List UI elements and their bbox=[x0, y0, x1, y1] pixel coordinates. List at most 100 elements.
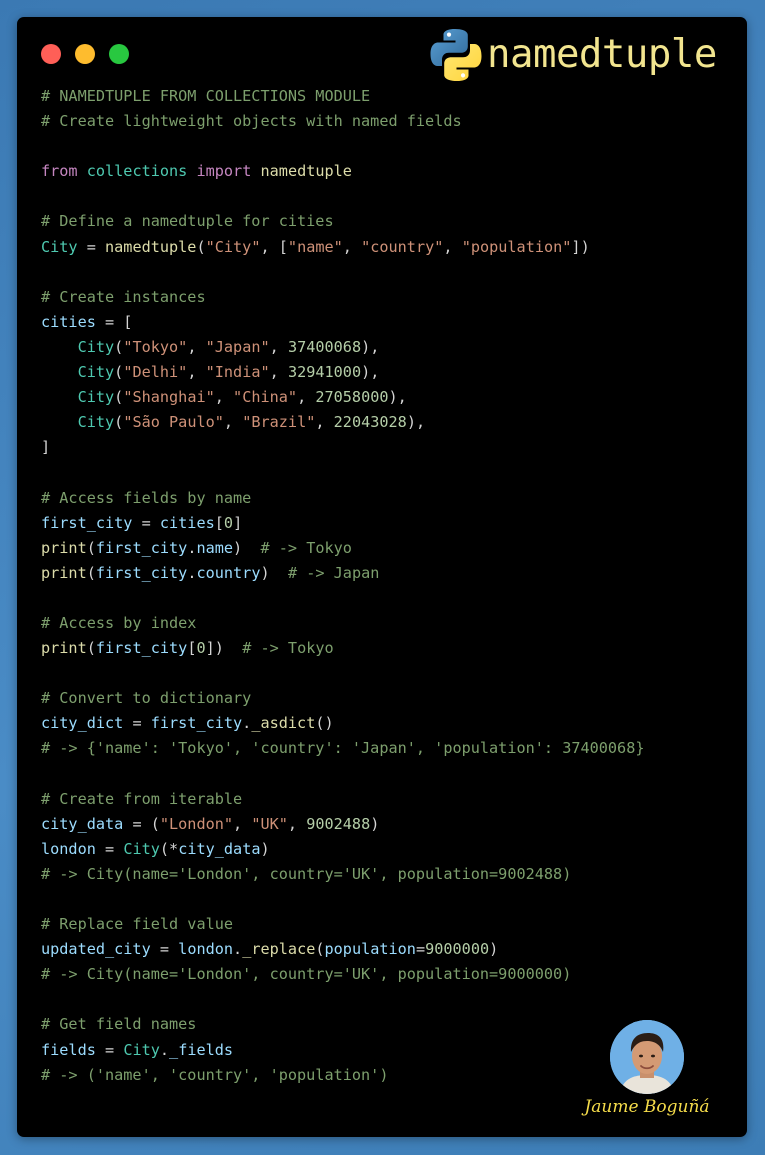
code-line: first_city = cities[0] bbox=[41, 511, 741, 536]
code-token-punct: , bbox=[223, 413, 243, 432]
minimize-dot-icon[interactable] bbox=[75, 44, 95, 64]
code-token-string: "Brazil" bbox=[242, 413, 316, 432]
code-token-comment: # Create instances bbox=[41, 287, 206, 306]
maximize-dot-icon[interactable] bbox=[109, 44, 129, 64]
code-line: City("Tokyo", "Japan", 37400068), bbox=[41, 335, 741, 360]
code-token-module: collections bbox=[86, 162, 188, 181]
code-token-punct: ) bbox=[370, 814, 380, 833]
code-line: cities = [ bbox=[41, 310, 741, 335]
code-token-class: City bbox=[123, 839, 160, 858]
code-token-func: namedtuple bbox=[260, 162, 352, 181]
code-token-string: "Tokyo" bbox=[123, 337, 188, 356]
code-line: city_dict = first_city._asdict() bbox=[41, 711, 741, 736]
code-token-comment: # -> City(name='London', country='UK', p… bbox=[41, 864, 572, 883]
code-token-comment: # Get field names bbox=[41, 1015, 197, 1034]
code-token-punct: () bbox=[315, 714, 334, 733]
code-token-plain: = bbox=[123, 714, 151, 733]
code-token-comment: # -> {'name': 'Tokyo', 'country': 'Japan… bbox=[41, 739, 645, 758]
code-token-comment: # -> Tokyo bbox=[260, 538, 352, 557]
code-token-punct: , bbox=[233, 814, 252, 833]
code-token-number: 9000000 bbox=[425, 940, 490, 959]
code-line: print(first_city.country) # -> Japan bbox=[41, 561, 741, 586]
code-token-comment: # -> ('name', 'country', 'population') bbox=[41, 1065, 389, 1084]
code-line: City("Shanghai", "China", 27058000), bbox=[41, 385, 741, 410]
code-line: london = City(*city_data) bbox=[41, 837, 741, 862]
code-token-punct: , bbox=[187, 337, 206, 356]
code-line: # -> City(name='London', country='UK', p… bbox=[41, 962, 741, 987]
code-token-punct: ), bbox=[406, 413, 426, 432]
code-token-punct: ) bbox=[260, 563, 270, 582]
python-logo-icon bbox=[430, 29, 482, 81]
code-token-var: city_data bbox=[178, 839, 261, 858]
code-token-var: first_city bbox=[95, 639, 188, 658]
code-token-var: first_city bbox=[41, 513, 133, 532]
code-token-string: "country" bbox=[361, 237, 444, 256]
code-token-punct: ] bbox=[233, 513, 243, 532]
code-token-punct: , bbox=[269, 337, 288, 356]
code-token-punct: ( bbox=[196, 237, 206, 256]
code-token-comment: # Replace field value bbox=[41, 915, 234, 934]
code-line: ] bbox=[41, 435, 741, 460]
code-token-comment: # Create from iterable bbox=[41, 789, 243, 808]
code-token-punct: , bbox=[269, 363, 288, 382]
code-token-string: "Shanghai" bbox=[123, 388, 215, 407]
code-token-comment: # Access by index bbox=[41, 613, 197, 632]
code-token-number: 0 bbox=[223, 513, 234, 532]
code-token-var: country bbox=[196, 563, 261, 582]
code-token-punct: , bbox=[315, 413, 334, 432]
code-token-punct: [ bbox=[214, 513, 224, 532]
code-token-punct: , bbox=[297, 388, 316, 407]
code-token-var: cities bbox=[41, 312, 96, 331]
code-token-punct: ) bbox=[233, 538, 243, 557]
code-line: City("São Paulo", "Brazil", 22043028), bbox=[41, 410, 741, 435]
code-block: # NAMEDTUPLE FROM COLLECTIONS MODULE # Cr… bbox=[41, 84, 741, 1088]
author-avatar bbox=[610, 1020, 684, 1094]
code-token-class: City bbox=[77, 413, 115, 432]
code-token-punct: ( bbox=[114, 363, 124, 382]
code-line: updated_city = london._replace(populatio… bbox=[41, 937, 741, 962]
code-token-func: _asdict bbox=[251, 714, 316, 733]
code-token-comment: # -> City(name='London', country='UK', p… bbox=[41, 965, 572, 984]
code-token-func: print bbox=[41, 639, 87, 658]
code-line: print(first_city[0]) # -> Tokyo bbox=[41, 636, 741, 661]
code-line: # Access by index bbox=[41, 611, 741, 636]
code-token-string: "São Paulo" bbox=[123, 413, 224, 432]
code-token-var: population bbox=[324, 940, 416, 959]
code-token-string: "name" bbox=[287, 237, 343, 256]
code-token-plain: = bbox=[95, 1040, 124, 1059]
code-token-string: "Delhi" bbox=[123, 363, 188, 382]
code-token-plain: = bbox=[77, 237, 106, 256]
code-token-plain: = [ bbox=[95, 312, 133, 331]
code-token-plain: = ( bbox=[123, 814, 160, 833]
code-token-plain: ] bbox=[41, 438, 51, 457]
code-token-number: 27058000 bbox=[315, 388, 389, 407]
code-token-class: City bbox=[123, 1040, 160, 1059]
code-token-number: 9002488 bbox=[306, 814, 371, 833]
code-token-plain: = bbox=[132, 513, 160, 532]
code-token-comment: # NAMEDTUPLE FROM COLLECTIONS MODULE bbox=[41, 87, 371, 105]
code-token-plain: = bbox=[415, 940, 426, 959]
code-token-punct: ]) bbox=[205, 639, 224, 658]
code-token-punct: . bbox=[242, 714, 252, 733]
code-line: # Create from iterable bbox=[41, 787, 741, 812]
code-token-string: "City" bbox=[205, 237, 261, 256]
code-token-var: first_city bbox=[95, 563, 188, 582]
code-token-punct: ), bbox=[361, 363, 380, 382]
code-line: City("Delhi", "India", 32941000), bbox=[41, 360, 741, 385]
code-token-punct: ( bbox=[114, 388, 124, 407]
close-dot-icon[interactable] bbox=[41, 44, 61, 64]
code-token-string: "London" bbox=[159, 814, 234, 833]
code-token-number: 0 bbox=[196, 639, 206, 658]
code-token-var: name bbox=[196, 538, 234, 557]
code-token-string: "China" bbox=[233, 388, 298, 407]
